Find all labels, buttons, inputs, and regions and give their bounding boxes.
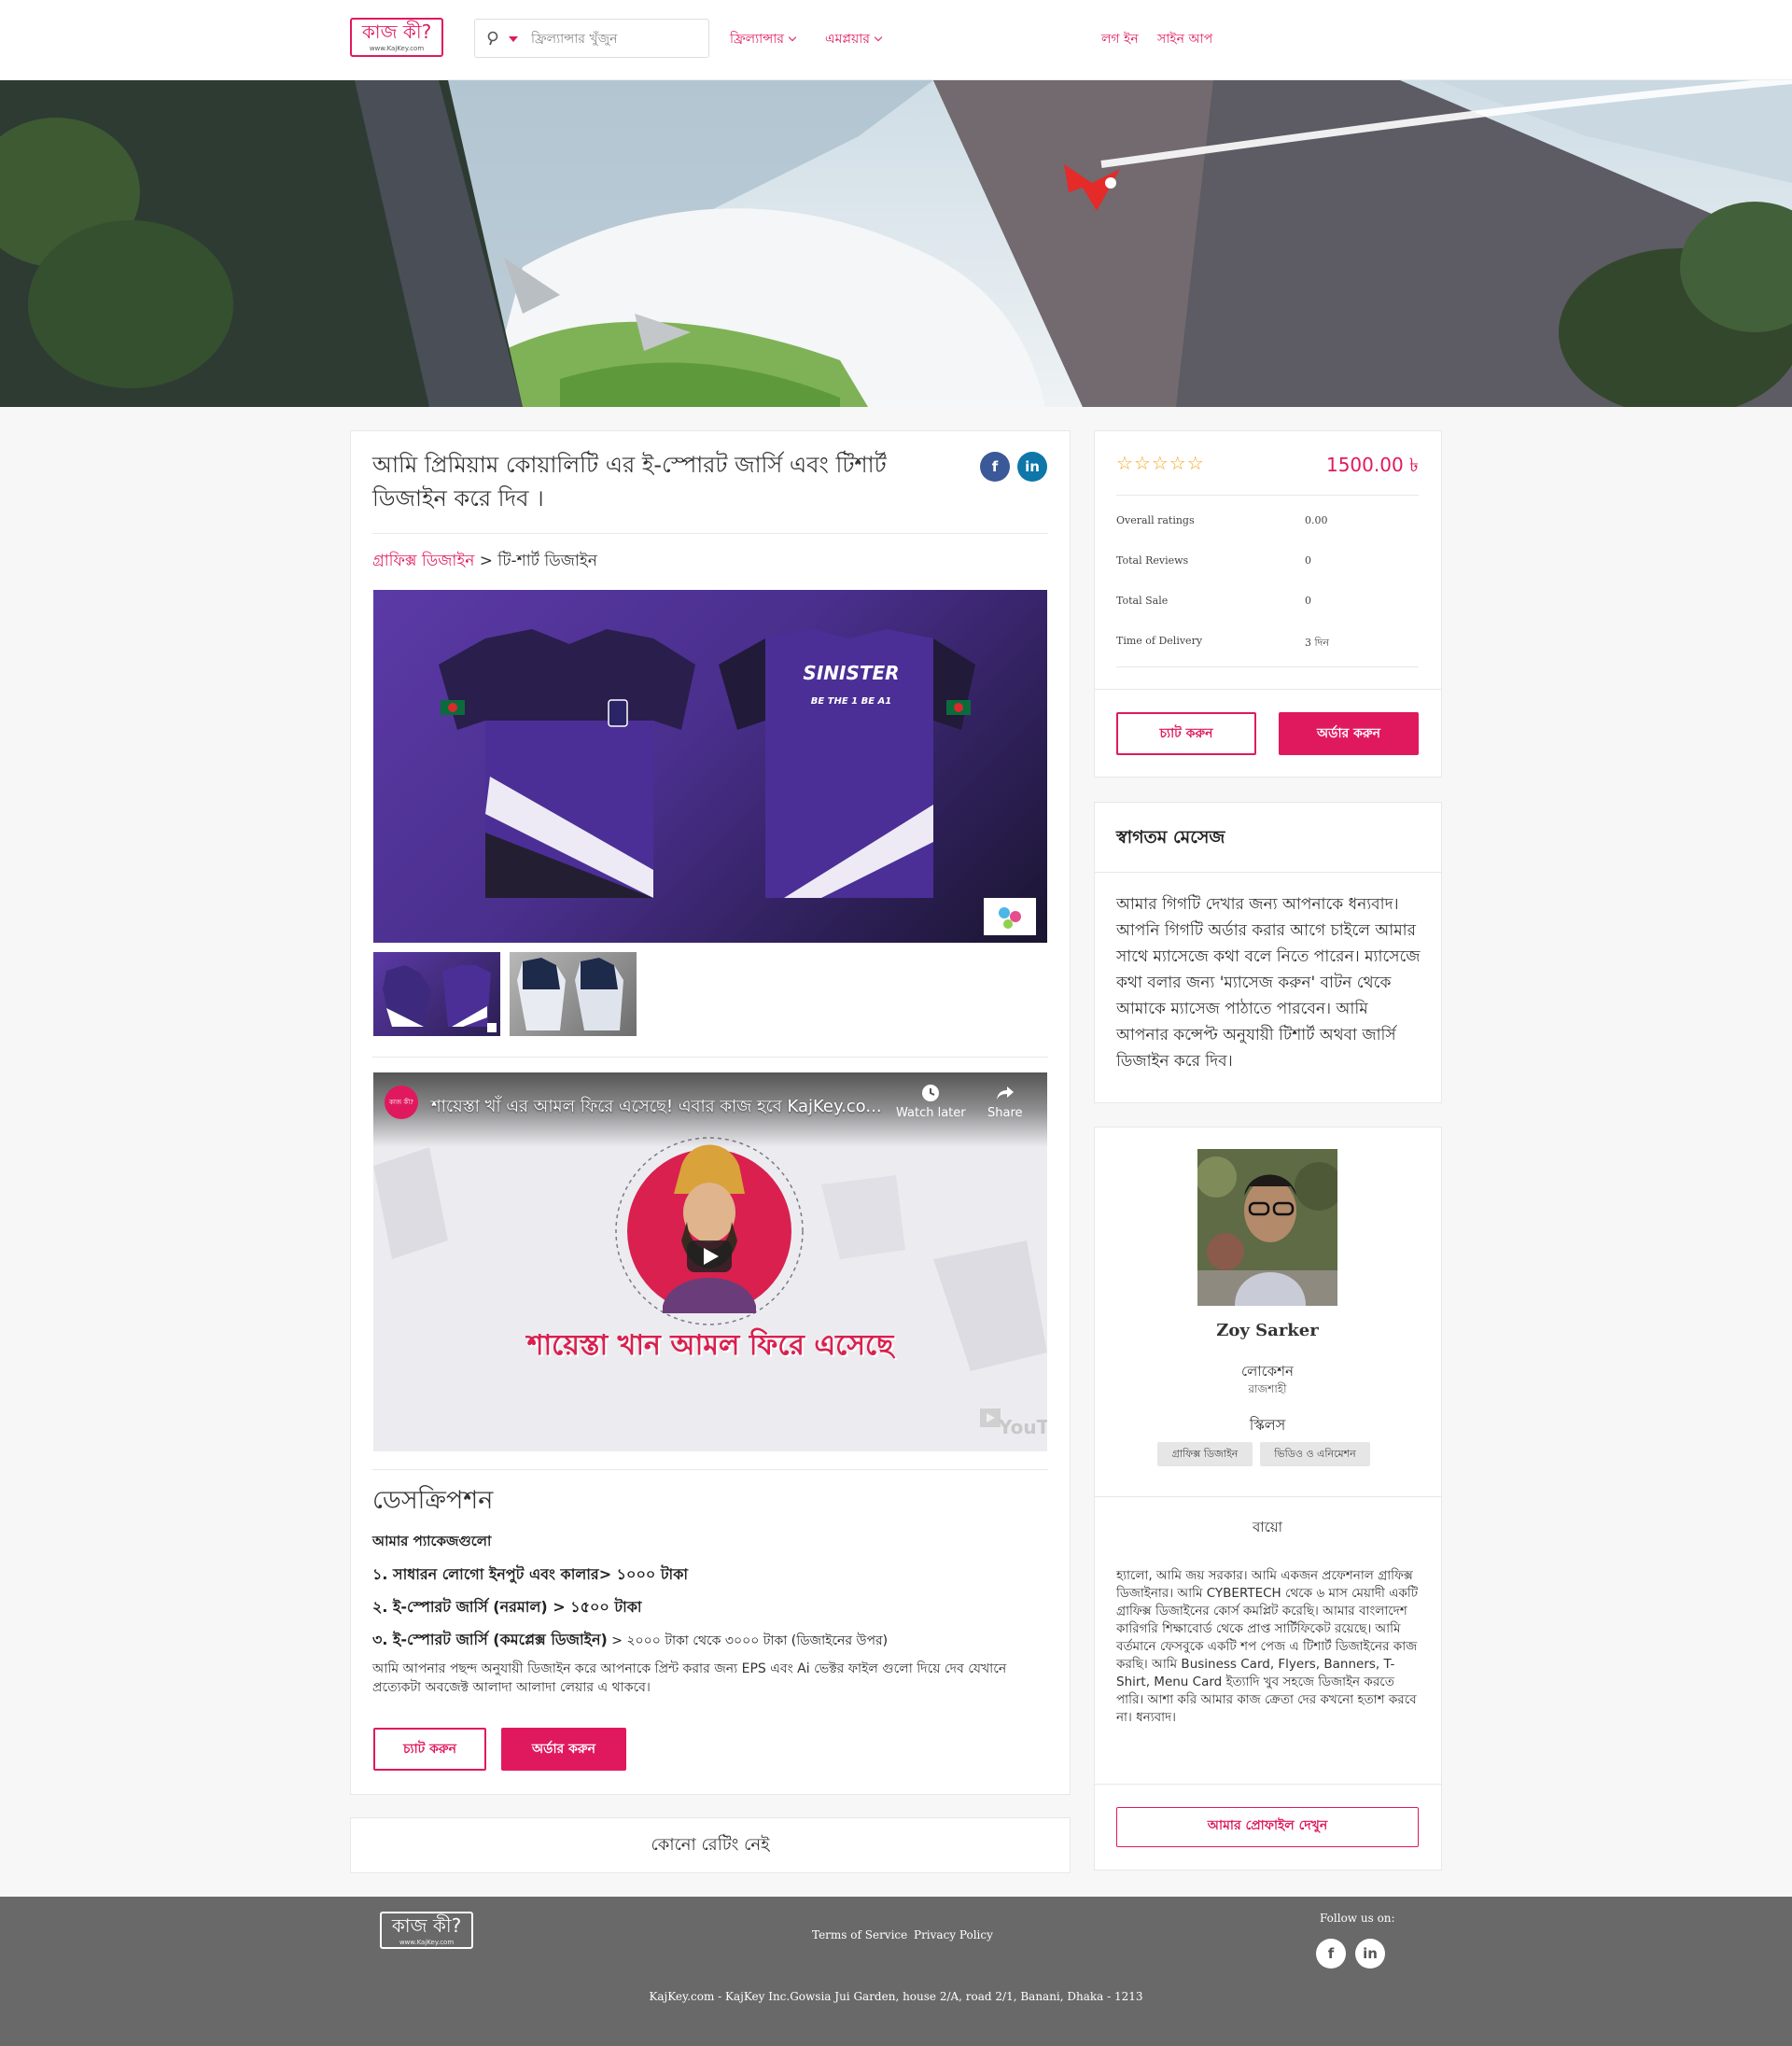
stat-label: Time of Delivery: [1116, 635, 1203, 647]
welcome-message: আমার গিগটি দেখার জন্য আপনাকে ধন্যবাদ। আপ…: [1116, 895, 1421, 1071]
gallery-thumb[interactable]: [510, 952, 637, 1036]
gig-main-image: SINISTER BE THE 1 BE A1: [373, 590, 1047, 943]
breadcrumb-subcategory: টি-শার্ট ডিজাইন: [497, 552, 597, 570]
footer: [0, 1897, 1792, 2046]
facebook-share-icon[interactable]: f: [980, 452, 1010, 482]
package-line-3: ৩. ই-স্পোরট জার্সি (কমপ্লেক্স ডিজাইন) > …: [372, 1628, 888, 1653]
gig-price: 1500.00 ৳: [1325, 454, 1419, 476]
watch-later-button[interactable]: Watch later: [896, 1084, 966, 1120]
divider: [1116, 495, 1419, 496]
stat-value: 3 দিন: [1305, 637, 1329, 649]
bio-label: বায়ো: [1253, 1519, 1282, 1535]
view-profile-button[interactable]: আমার প্রোফাইল দেখুন: [1116, 1807, 1419, 1847]
follow-label: Follow us on:: [1320, 1912, 1395, 1925]
share-icon: [996, 1086, 1014, 1100]
cover-banner: [0, 80, 1792, 407]
avatar[interactable]: [1197, 1149, 1337, 1306]
no-reviews-card: কোনো রেটিং নেই: [350, 1817, 1071, 1873]
welcome-heading: স্বাগতম মেসেজ: [1116, 827, 1225, 848]
gig-title: আমি প্রিমিয়াম কোয়ালিটি এর ই-স্পোরট জার…: [372, 452, 887, 512]
description-heading: ডেসক্রিপশন: [372, 1486, 494, 1515]
logo-text: কাজ কী?: [361, 21, 432, 43]
packages-heading: আমার প্যাকেজগুলো: [372, 1533, 492, 1549]
package-line-1: ১. সাধারন লোগো ইনপুট এবং কালার> ১০০০ টাক…: [372, 1565, 689, 1583]
nav-freelancer-label: ফ্রিল্যান্সার: [730, 32, 784, 47]
gallery-thumb[interactable]: [373, 952, 500, 1036]
divider: [1095, 872, 1441, 873]
linkedin-share-icon[interactable]: in: [1017, 452, 1047, 482]
sidebar-order-button[interactable]: অর্ডার করুন: [1279, 712, 1419, 755]
footer-linkedin-icon[interactable]: in: [1355, 1939, 1385, 1969]
package-line-3-price: > ২০০০ টাকা থেকে ৩০০০ টাকা (ডিজাইনের উপর…: [607, 1633, 889, 1648]
stat-label: Total Reviews: [1116, 554, 1189, 567]
divider: [372, 1469, 1048, 1470]
share-label: Share: [987, 1106, 1023, 1120]
stat-value: 0: [1305, 595, 1311, 607]
footer-logo-text: কাজ কী?: [391, 1914, 462, 1937]
top-navbar: কাজ কী? www.KajKey.com ফ্রিল্যান্সার এমপ…: [0, 0, 1792, 80]
nav-employer-label: এমপ্লয়ার: [825, 32, 870, 47]
team-logo-icon: [608, 699, 628, 727]
footer-logo-subtext: www.KajKey.com: [399, 1939, 455, 1946]
breadcrumb: গ্রাফিক্স ডিজাইন > টি-শার্ট ডিজাইন: [372, 549, 597, 575]
location-value: রাজশাহী: [1248, 1382, 1287, 1395]
stat-value: 0.00: [1305, 514, 1328, 526]
divider: [1095, 1496, 1441, 1497]
breadcrumb-category-link[interactable]: গ্রাফিক্স ডিজাইন: [372, 552, 474, 570]
skills-label: স্কিলস: [1249, 1416, 1286, 1434]
search-type-dropdown-icon[interactable]: [509, 36, 518, 42]
divider: [372, 533, 1048, 534]
stat-label: Overall ratings: [1116, 514, 1195, 526]
divider: [1116, 666, 1419, 667]
share-button[interactable]: Share: [987, 1084, 1023, 1120]
bio-text: হ্যালো, আমি জয় সরকার। আমি একজন প্রফেশনা…: [1116, 1568, 1419, 1725]
video-embed[interactable]: কাজ কী? শায়েস্তা খাঁ এর আমল ফিরে এসেছে!…: [373, 1072, 1047, 1451]
breadcrumb-separator: >: [474, 552, 498, 570]
sidebar-chat-button[interactable]: চ্যাট করুন: [1116, 712, 1256, 755]
logo-subtext: www.KajKey.com: [369, 45, 425, 52]
site-logo[interactable]: কাজ কী? www.KajKey.com: [350, 18, 443, 57]
package-line-3-title: ৩. ই-স্পোরট জার্সি (কমপ্লেক্স ডিজাইন): [372, 1631, 608, 1648]
terms-link[interactable]: Terms of Service: [812, 1928, 907, 1941]
channel-avatar[interactable]: কাজ কী?: [385, 1086, 418, 1119]
stat-value: 0: [1305, 554, 1311, 567]
youtube-logo[interactable]: YouTube: [999, 1416, 1047, 1438]
chevron-down-icon: [788, 33, 797, 42]
jersey-brand-text: SINISTER: [803, 662, 899, 684]
login-link[interactable]: লগ ইন: [1101, 28, 1139, 50]
search-box: [474, 19, 709, 58]
video-title[interactable]: শায়েস্তা খাঁ এর আমল ফিরে এসেছে! এবার কা…: [431, 1093, 882, 1122]
watch-later-label: Watch later: [896, 1106, 966, 1120]
freelancer-name: Zoy Sarker: [1216, 1321, 1319, 1340]
divider: [372, 1057, 1048, 1058]
copyright-text: KajKey.com - KajKey Inc.Gowsia Jui Garde…: [649, 1990, 1143, 2003]
video-caption: শায়েস্তা খান আমল ফিরে এসেছে: [526, 1329, 894, 1362]
clock-icon: [922, 1085, 940, 1101]
rating-stars: ☆☆☆☆☆: [1116, 452, 1205, 474]
signup-link[interactable]: সাইন আপ: [1157, 28, 1212, 50]
divider: [1095, 1784, 1441, 1785]
stat-label: Total Sale: [1116, 595, 1169, 607]
footer-facebook-icon[interactable]: f: [1316, 1939, 1346, 1969]
chat-button[interactable]: চ্যাট করুন: [373, 1728, 486, 1771]
order-button[interactable]: অর্ডার করুন: [501, 1728, 626, 1771]
jersey-tagline-text: BE THE 1 BE A1: [811, 696, 892, 707]
nav-employer-menu[interactable]: এমপ্লয়ার: [825, 28, 883, 50]
privacy-link[interactable]: Privacy Policy: [914, 1928, 993, 1941]
package-line-2: ২. ই-স্পোরট জার্সি (নরমাল) > ১৫০০ টাকা: [372, 1598, 642, 1616]
skill-tag[interactable]: গ্রাফিক্স ডিজাইন: [1157, 1442, 1253, 1466]
footer-logo[interactable]: কাজ কী? www.KajKey.com: [380, 1912, 473, 1949]
description-paragraph: আমি আপনার পছন্দ অনুযায়ী ডিজাইন করে আপনা…: [372, 1661, 1007, 1695]
search-input[interactable]: [531, 27, 699, 51]
divider: [1095, 689, 1441, 690]
skill-tag[interactable]: ভিডিও ও এনিমেশন: [1260, 1442, 1370, 1466]
chevron-down-icon: [874, 33, 883, 42]
search-icon[interactable]: [486, 31, 501, 46]
nav-freelancer-menu[interactable]: ফ্রিল্যান্সার: [730, 28, 797, 50]
